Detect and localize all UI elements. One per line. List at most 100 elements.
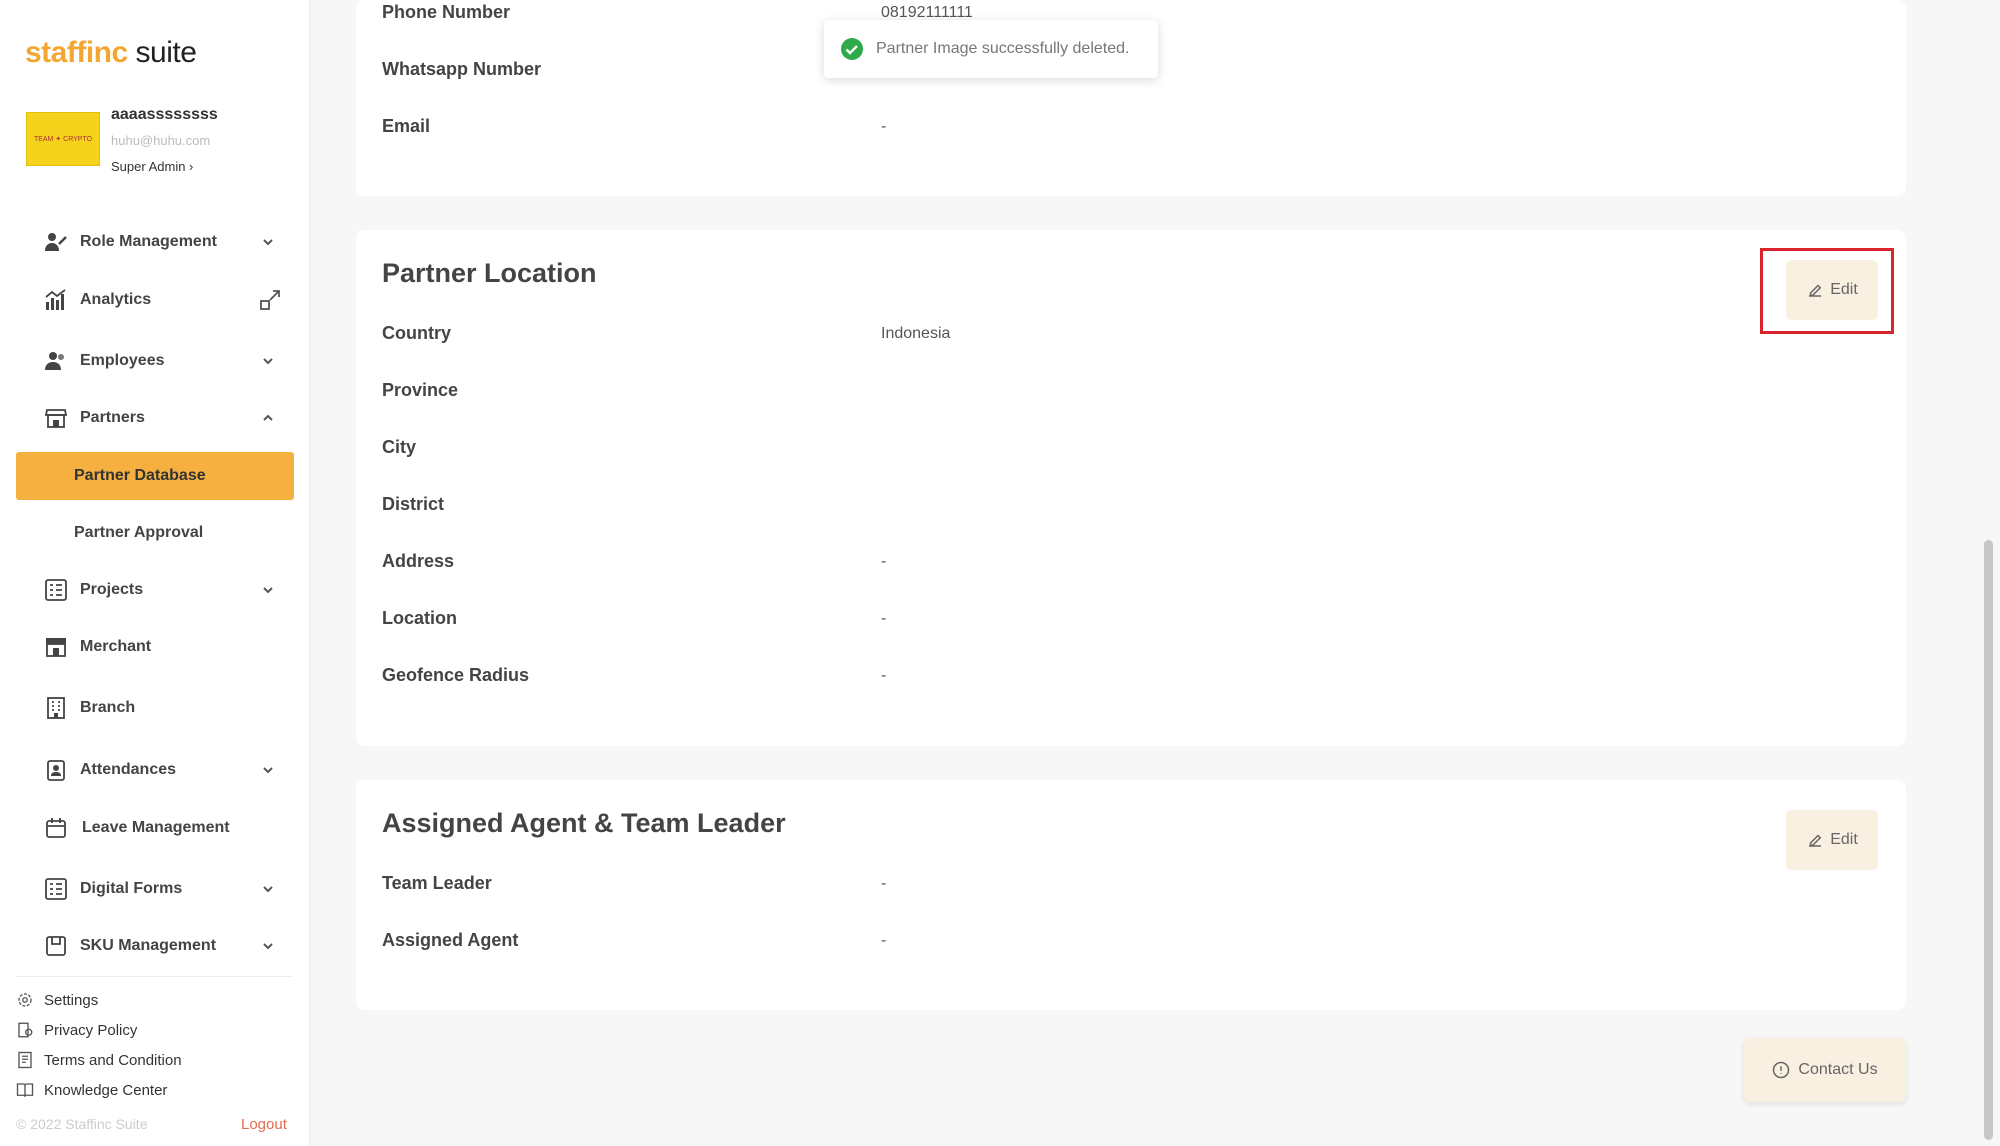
location-value: - <box>881 610 887 627</box>
avatar: TEAM ✦ CRYPTO <box>26 112 100 166</box>
country-value: Indonesia <box>881 325 951 342</box>
sidebar-item-attendances[interactable]: Attendances <box>16 746 294 794</box>
settings-link[interactable]: Settings <box>16 988 98 1012</box>
privacy-policy-label: Privacy Policy <box>44 1021 138 1039</box>
city-label: City <box>382 437 417 457</box>
external-link-icon <box>260 290 280 310</box>
sidebar-item-label: Analytics <box>80 291 152 308</box>
sidebar-item-label: Attendances <box>80 761 177 778</box>
country-label: Country <box>382 323 451 343</box>
sidebar-item-partner-approval[interactable]: Partner Approval <box>16 509 294 557</box>
book-icon <box>16 1083 34 1097</box>
sidebar-item-partners[interactable]: Partners <box>16 394 294 442</box>
chevron-down-icon <box>263 239 273 246</box>
assigned-agent-card: Assigned Agent & Team Leader Edit Team L… <box>356 780 1906 1010</box>
email-value: - <box>881 118 887 135</box>
scrollbar[interactable] <box>1984 540 1993 1140</box>
sidebar: staffinc suite TEAM ✦ CRYPTO aaaasssssss… <box>0 0 310 1146</box>
edit-label: Edit <box>1830 831 1858 848</box>
sidebar-item-leave-management[interactable]: Leave Management <box>16 804 294 852</box>
privacy-policy-link[interactable]: Privacy Policy <box>16 1018 137 1042</box>
phone-label: Phone Number <box>382 2 511 22</box>
help-circle-icon <box>1773 1061 1790 1079</box>
contact-us-label: Contact Us <box>1798 1061 1878 1078</box>
province-label: Province <box>382 380 459 400</box>
box-icon <box>46 936 66 956</box>
logo-text-staffinc: staffinc <box>25 36 128 69</box>
chevron-down-icon <box>263 587 273 594</box>
sidebar-item-partner-database[interactable]: Partner Database <box>16 452 294 500</box>
toast-message: Partner Image successfully deleted. <box>876 40 1130 57</box>
sidebar-item-sku-management[interactable]: SKU Management <box>16 922 294 970</box>
settings-label: Settings <box>44 991 99 1009</box>
sidebar-item-label: Projects <box>80 581 144 598</box>
calendar-icon <box>46 818 66 838</box>
sidebar-item-employees[interactable]: Employees <box>16 337 294 385</box>
chevron-down-icon <box>263 886 273 893</box>
sidebar-item-label: SKU Management <box>80 937 217 954</box>
sidebar-item-merchant[interactable]: Merchant <box>16 623 294 671</box>
sidebar-item-label: Branch <box>80 699 136 716</box>
chevron-down-icon <box>263 358 273 365</box>
chevron-down-icon <box>263 767 273 774</box>
team-leader-value: - <box>881 875 887 892</box>
document-icon <box>18 1051 32 1069</box>
sidebar-item-projects[interactable]: Projects <box>16 566 294 614</box>
address-value: - <box>881 553 887 570</box>
section-title: Assigned Agent & Team Leader <box>382 808 786 838</box>
partner-location-card: Partner Location Edit Country Indonesia … <box>356 230 1906 746</box>
building-icon <box>47 697 65 719</box>
whatsapp-label: Whatsapp Number <box>382 59 542 79</box>
privacy-icon <box>18 1022 33 1038</box>
edit-assigned-button[interactable]: Edit <box>1786 810 1878 870</box>
sidebar-item-label: Merchant <box>80 638 152 655</box>
employees-icon <box>45 352 64 370</box>
location-label: Location <box>382 608 457 628</box>
chevron-down-icon <box>263 943 273 950</box>
email-label: Email <box>382 116 431 136</box>
clipboard-user-icon <box>47 760 65 781</box>
sidebar-item-digital-forms[interactable]: Digital Forms <box>16 865 294 913</box>
assigned-agent-value: - <box>881 932 887 949</box>
profile-role-link[interactable]: Super Admin › <box>111 159 193 174</box>
assigned-agent-label: Assigned Agent <box>382 930 519 950</box>
contact-us-button[interactable]: Contact Us <box>1744 1038 1906 1102</box>
sidebar-item-label: Leave Management <box>82 819 230 836</box>
sidebar-item-branch[interactable]: Branch <box>16 684 294 732</box>
analytics-icon <box>45 289 66 310</box>
terms-link[interactable]: Terms and Condition <box>16 1048 182 1072</box>
address-label: Address <box>382 551 455 571</box>
sidebar-item-role-management[interactable]: Role Management <box>16 218 294 266</box>
sidebar-item-label: Digital Forms <box>80 880 183 897</box>
projects-icon <box>45 579 67 601</box>
store-icon <box>44 409 68 428</box>
merchant-icon <box>46 638 66 657</box>
brand-logo[interactable]: staffinc suite <box>25 36 197 70</box>
sidebar-item-label: Partners <box>80 409 145 426</box>
sidebar-item-label: Role Management <box>80 233 217 250</box>
profile-name: aaaassssssss <box>111 106 218 123</box>
highlight-box <box>1760 248 1894 334</box>
geofence-label: Geofence Radius <box>382 665 530 685</box>
forms-icon <box>45 878 67 900</box>
knowledge-center-link[interactable]: Knowledge Center <box>16 1078 167 1102</box>
sidebar-item-analytics[interactable]: Analytics <box>16 276 294 324</box>
chevron-up-icon <box>263 414 273 421</box>
gear-icon <box>18 993 32 1007</box>
sidebar-item-label: Partner Database <box>74 467 206 484</box>
user-profile[interactable]: TEAM ✦ CRYPTO aaaassssssss huhu@huhu.com… <box>26 104 296 180</box>
team-leader-label: Team Leader <box>382 873 492 893</box>
logout-link[interactable]: Logout <box>241 1116 287 1133</box>
success-toast: Partner Image successfully deleted. <box>824 20 1158 78</box>
terms-label: Terms and Condition <box>44 1051 182 1069</box>
geofence-value: - <box>881 667 887 684</box>
district-label: District <box>382 494 445 514</box>
divider <box>16 976 292 977</box>
section-title: Partner Location <box>382 258 597 288</box>
pencil-icon <box>1809 834 1822 847</box>
sidebar-item-label: Employees <box>80 352 165 369</box>
role-management-icon <box>45 233 67 251</box>
sidebar-item-label: Partner Approval <box>74 524 204 541</box>
check-circle-icon <box>841 38 863 60</box>
copyright-text: © 2022 Staffinc Suite <box>16 1116 148 1132</box>
